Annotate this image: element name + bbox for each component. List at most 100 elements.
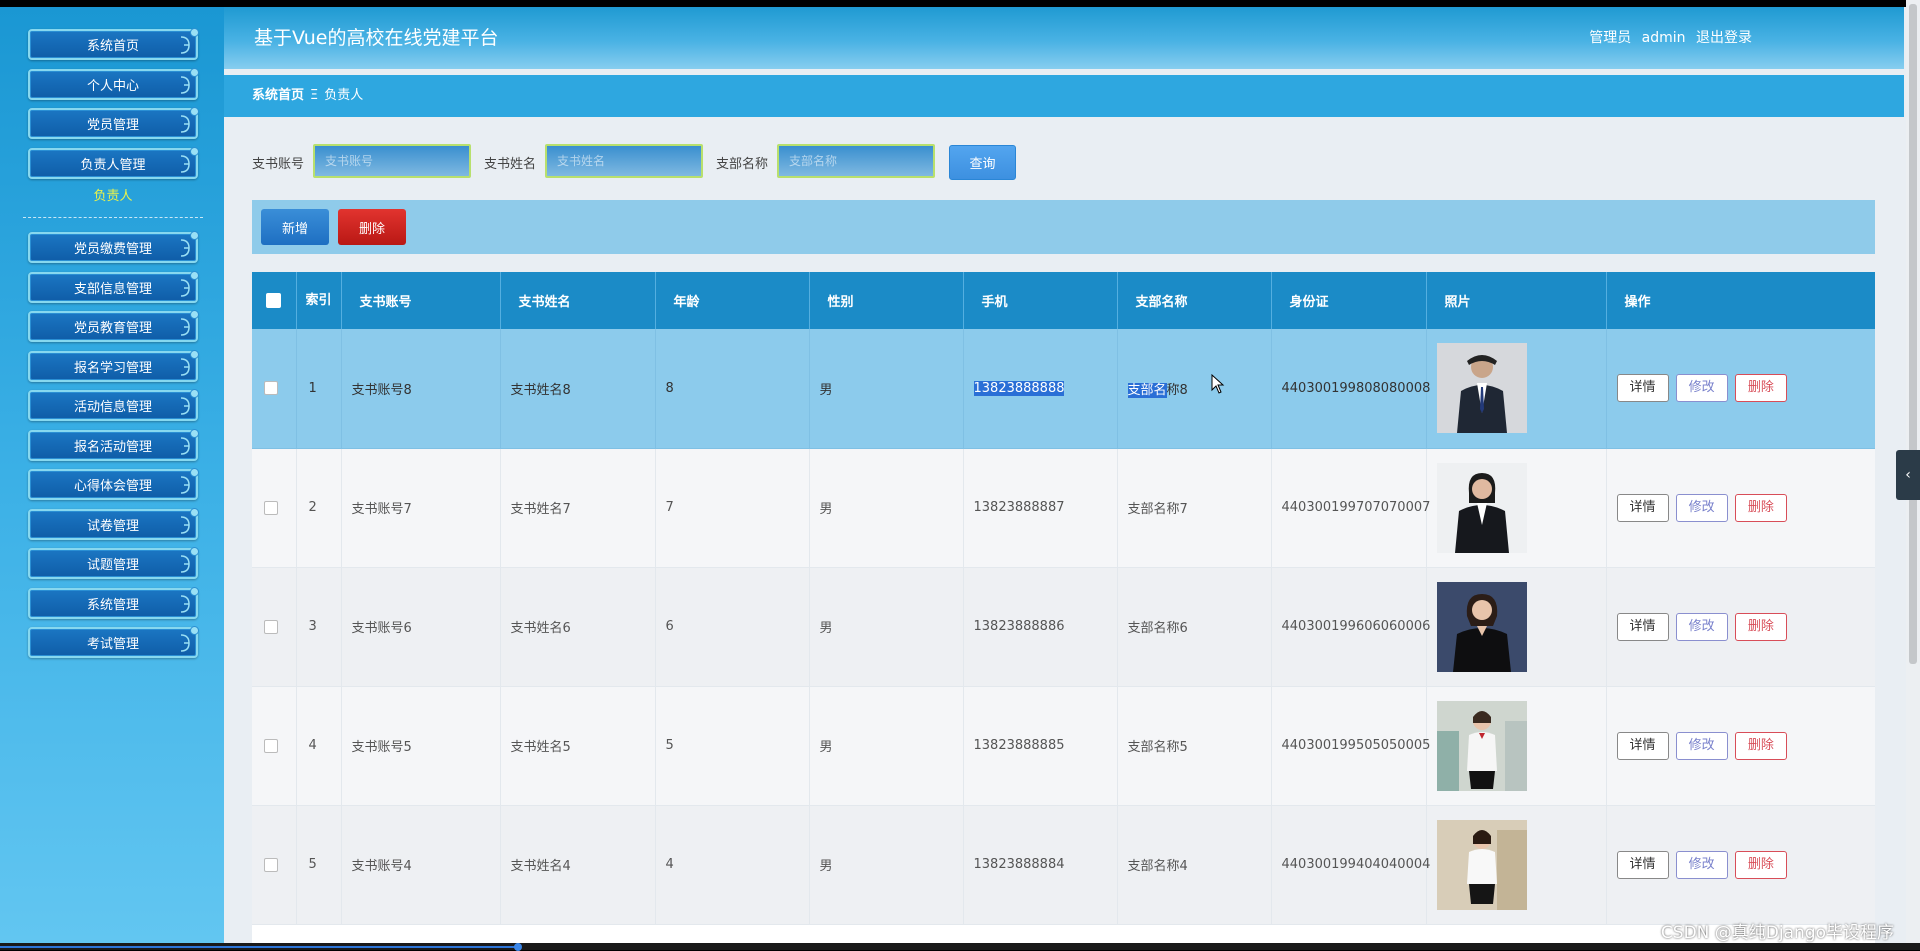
cell-account: 支书账号6 [341,567,501,687]
cell-photo [1426,686,1607,806]
detail-button[interactable]: 详情 [1616,612,1669,641]
chevron-left-icon[interactable]: ‹ [1896,450,1920,500]
header-account: 支书账号 [341,272,501,329]
batch-delete-button[interactable]: 删除 [338,209,406,245]
scroll-ornament-icon [180,476,190,494]
edit-button[interactable]: 修改 [1675,612,1728,641]
header-gender: 性别 [809,272,964,329]
cell-name: 支书姓名5 [500,686,656,806]
sidebar-item-label: 心得体会管理 [73,479,152,494]
sidebar-item-label: 试题管理 [86,558,139,573]
ornament-dot [190,146,199,156]
sidebar-menu: 系统首页 个人中心 党员管理 负责人管理 负责人 党员缴费管理 支部信息管理 党… [23,28,203,667]
table-header-row: 索引 支书账号 支书姓名 年龄 性别 手机 支部名称 身份证 照片 操作 [252,272,1875,329]
scrollbar-thumb[interactable] [1909,4,1917,664]
edit-button[interactable]: 修改 [1675,493,1728,522]
scroll-ornament-icon [180,75,190,94]
scroll-ornament-icon [180,239,190,257]
delete-button[interactable]: 删除 [1734,731,1787,760]
sidebar-item-activity-signup[interactable]: 报名活动管理 [28,428,199,461]
leader-photo [1436,819,1527,910]
row-checkbox[interactable] [252,805,297,925]
detail-button[interactable]: 详情 [1616,374,1669,403]
sidebar-item-exams[interactable]: 考试管理 [28,626,199,658]
edit-button[interactable]: 修改 [1675,731,1728,760]
logout-link[interactable]: 退出登录 [1696,30,1752,46]
row-checkbox[interactable] [252,686,297,806]
ornament-dot [190,389,199,398]
row-checkbox[interactable] [252,329,297,449]
delete-button[interactable]: 删除 [1734,612,1787,641]
cell-account: 支书账号8 [341,329,501,449]
cell-name: 支书姓名8 [500,329,656,449]
account-label: 支书账号 [252,157,305,172]
scroll-ornament-icon [180,357,190,376]
checkbox-icon [264,857,278,872]
account-input[interactable] [313,144,471,178]
table-row[interactable]: 2 支书账号7 支书姓名7 7 男 13823888887 支部名称7 4403… [252,448,1875,568]
cell-id-card: 440300199404040004 [1271,805,1430,925]
sidebar-item-system[interactable]: 系统管理 [28,586,199,619]
header-branch: 支部名称 [1117,272,1272,329]
leader-photo [1436,700,1527,791]
add-button[interactable]: 新增 [261,209,329,245]
ornament-dot [190,349,199,359]
sidebar-item-study-signup[interactable]: 报名学习管理 [28,349,199,382]
table-row[interactable]: 1 支书账号8 支书姓名8 8 男 13823888888 支部名称8 4403… [252,329,1875,449]
sidebar-item-leaders[interactable]: 负责人管理 [28,146,199,179]
sidebar-item-fees[interactable]: 党员缴费管理 [28,231,199,263]
table-row[interactable]: 5 支书账号4 支书姓名4 4 男 13823888884 支部名称4 4403… [252,805,1875,925]
edit-button[interactable]: 修改 [1675,374,1728,403]
ornament-dot [190,310,199,319]
sidebar-item-branch-info[interactable]: 支部信息管理 [28,270,199,303]
delete-button[interactable]: 删除 [1734,850,1787,879]
cell-phone: 13823888887 [963,448,1118,568]
scroll-ornament-icon [180,555,190,573]
cell-photo [1426,805,1607,925]
query-button[interactable]: 查询 [949,145,1016,180]
cell-index: 5 [296,805,342,925]
detail-button[interactable]: 详情 [1616,493,1669,522]
cell-account: 支书账号5 [341,686,501,806]
user-area: 管理员 admin 退出登录 [1583,27,1752,47]
edit-button[interactable]: 修改 [1675,850,1728,879]
breadcrumb-home[interactable]: 系统首页 [252,88,304,103]
sidebar-item-label: 系统首页 [86,39,139,54]
top-header: 基于Vue的高校在线党建平台 管理员 admin 退出登录 [224,7,1904,69]
select-all-checkbox[interactable] [252,272,297,329]
delete-button[interactable]: 删除 [1734,374,1787,403]
detail-button[interactable]: 详情 [1616,850,1669,879]
sidebar-item-questions[interactable]: 试题管理 [28,547,199,579]
name-input[interactable] [545,144,703,178]
leader-table: 索引 支书账号 支书姓名 年龄 性别 手机 支部名称 身份证 照片 操作 1 支… [252,272,1875,943]
app-page: 系统首页 个人中心 党员管理 负责人管理 负责人 党员缴费管理 支部信息管理 党… [0,7,1920,943]
sidebar-item-activity-info[interactable]: 活动信息管理 [28,389,199,421]
branch-input[interactable] [777,144,935,178]
sidebar-subitem-leader[interactable]: 负责人 [28,185,198,209]
sidebar-item-profile[interactable]: 个人中心 [28,67,199,100]
sidebar-item-members[interactable]: 党员管理 [28,107,199,139]
scroll-ornament-icon [180,318,190,336]
cell-branch: 支部名称5 [1117,686,1272,806]
name-label: 支书姓名 [484,157,537,172]
sidebar-item-label: 负责人管理 [80,157,146,173]
cell-gender: 男 [809,805,964,925]
delete-button[interactable]: 删除 [1734,493,1787,522]
cell-photo [1426,567,1607,687]
breadcrumb-separator: Ξ [310,88,319,103]
sidebar-item-reflections[interactable]: 心得体会管理 [28,468,199,500]
row-checkbox[interactable] [252,448,297,568]
sidebar-item-education[interactable]: 党员教育管理 [28,310,199,342]
row-checkbox[interactable] [252,567,297,687]
cell-phone: 13823888886 [963,567,1118,687]
header-phone: 手机 [963,272,1118,329]
table-row[interactable]: 4 支书账号5 支书姓名5 5 男 13823888885 支部名称5 4403… [252,686,1875,806]
video-progress-bar[interactable] [0,943,1920,951]
detail-button[interactable]: 详情 [1616,731,1669,760]
checkbox-icon [264,381,278,396]
sidebar-item-papers[interactable]: 试卷管理 [28,507,199,540]
table-row[interactable]: 3 支书账号6 支书姓名6 6 男 13823888886 支部名称6 4403… [252,567,1875,687]
scroll-ornament-icon [180,515,190,534]
sidebar-item-home[interactable]: 系统首页 [28,28,199,60]
sidebar-item-label: 报名活动管理 [73,439,152,455]
